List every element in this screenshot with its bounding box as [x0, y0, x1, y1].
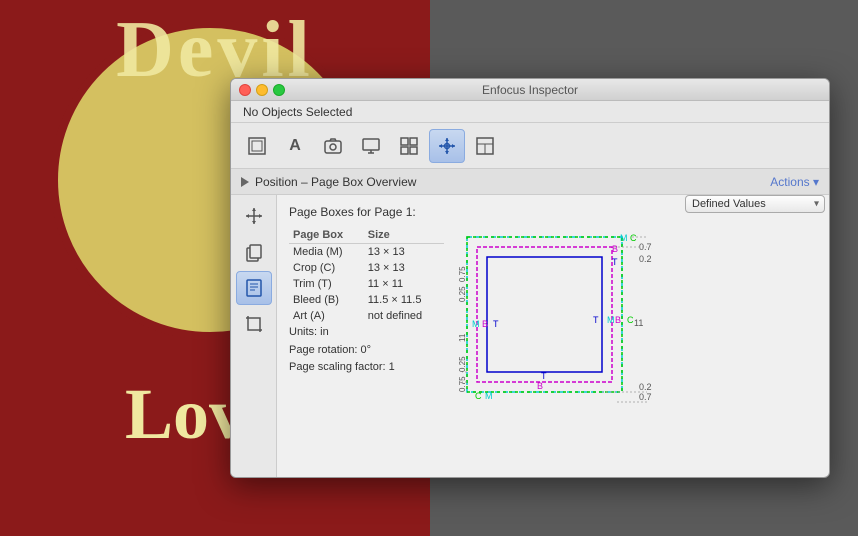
- page-boxes-diagram: M C 0.75 B 0.25 T: [457, 227, 652, 422]
- svg-text:M: M: [472, 319, 480, 329]
- svg-text:B: B: [537, 381, 543, 391]
- svg-text:M: M: [485, 391, 493, 401]
- table-row: Crop (C) 13 × 13: [289, 260, 444, 276]
- toolbar: A: [231, 123, 829, 169]
- svg-text:M: M: [620, 233, 628, 243]
- svg-text:11: 11: [634, 318, 643, 328]
- section-title: Position – Page Box Overview: [255, 175, 770, 189]
- layout-icon: [475, 136, 495, 156]
- svg-text:T: T: [541, 371, 547, 381]
- svg-text:B: B: [482, 319, 488, 329]
- box-name-crop: Crop (C): [289, 260, 364, 276]
- svg-text:C: C: [627, 315, 634, 325]
- svg-text:11: 11: [458, 333, 467, 342]
- window-title: Enfocus Inspector: [482, 83, 578, 97]
- svg-text:0.75: 0.75: [458, 376, 467, 392]
- box-size-art: not defined: [364, 308, 444, 324]
- page-icon: [244, 278, 264, 298]
- layout-tool-button[interactable]: [467, 129, 503, 163]
- grid-icon: [399, 136, 419, 156]
- page-boxes-table-container: Page Box Size Media (M) 13 × 13 Crop (C): [289, 227, 449, 425]
- svg-text:0.75: 0.75: [458, 266, 467, 282]
- svg-text:0.25: 0.25: [639, 254, 652, 264]
- box-name-trim: Trim (T): [289, 276, 364, 292]
- box-name-bleed: Bleed (B): [289, 292, 364, 308]
- crop-icon: [244, 314, 264, 334]
- box-name-art: Art (A): [289, 308, 364, 324]
- units-label: Units: in: [289, 324, 449, 342]
- svg-text:C: C: [630, 233, 637, 243]
- main-content: Page Boxes for Page 1: Defined Values Al…: [231, 195, 829, 477]
- page-panel-button[interactable]: [236, 271, 272, 305]
- text-tool-button[interactable]: A: [277, 129, 313, 163]
- copy-icon: [244, 242, 264, 262]
- svg-text:M: M: [607, 315, 615, 325]
- position-icon: [437, 136, 457, 156]
- svg-text:0.25: 0.25: [458, 286, 467, 302]
- col-header-size: Size: [364, 227, 444, 244]
- box-size-trim: 11 × 11: [364, 276, 444, 292]
- minimize-button[interactable]: [256, 84, 268, 96]
- svg-text:0.75: 0.75: [639, 242, 652, 252]
- zoom-button[interactable]: [273, 84, 285, 96]
- copy-panel-button[interactable]: [236, 235, 272, 269]
- svg-text:0.25: 0.25: [639, 382, 652, 392]
- dropdown-wrapper: Defined Values All Values Custom Values …: [685, 195, 825, 213]
- table-row: Trim (T) 11 × 11: [289, 276, 444, 292]
- inspector-window: Enfocus Inspector No Objects Selected A: [230, 78, 830, 478]
- left-icon-panel: [231, 195, 277, 477]
- text-icon: A: [289, 137, 301, 155]
- transform-icon: [247, 136, 267, 156]
- table-row: Media (M) 13 × 13: [289, 244, 444, 261]
- svg-text:C: C: [475, 391, 482, 401]
- table-row: Art (A) not defined: [289, 308, 444, 324]
- svg-text:T: T: [612, 257, 618, 267]
- svg-text:B: B: [612, 244, 618, 254]
- dropdown-container: Defined Values All Values Custom Values …: [685, 195, 825, 213]
- svg-text:T: T: [493, 319, 499, 329]
- transform-tool-button[interactable]: [239, 129, 275, 163]
- camera-tool-button[interactable]: [315, 129, 351, 163]
- page-boxes-table: Page Box Size Media (M) 13 × 13 Crop (C): [289, 227, 444, 324]
- svg-text:T: T: [593, 315, 599, 325]
- camera-icon: [323, 136, 343, 156]
- content-area: Page Boxes for Page 1: Defined Values Al…: [277, 195, 829, 477]
- box-size-media: 13 × 13: [364, 244, 444, 261]
- svg-text:0.25: 0.25: [458, 356, 467, 372]
- table-diagram-container: Page Box Size Media (M) 13 × 13 Crop (C): [289, 227, 817, 425]
- move-panel-button[interactable]: [236, 199, 272, 233]
- defined-values-dropdown[interactable]: Defined Values All Values Custom Values: [685, 195, 825, 213]
- rotation-label: Page rotation: 0°: [289, 342, 449, 360]
- section-triangle-icon: [241, 177, 249, 187]
- grid-tool-button[interactable]: [391, 129, 427, 163]
- actions-button[interactable]: Actions ▾: [770, 175, 819, 189]
- col-header-page-box: Page Box: [289, 227, 364, 244]
- box-name-media: Media (M): [289, 244, 364, 261]
- crop-panel-button[interactable]: [236, 307, 272, 341]
- box-size-crop: 13 × 13: [364, 260, 444, 276]
- meta-info: Units: in Page rotation: 0° Page scaling…: [289, 324, 449, 377]
- svg-text:B: B: [615, 315, 621, 325]
- close-button[interactable]: [239, 84, 251, 96]
- position-tool-button[interactable]: [429, 129, 465, 163]
- title-bar: Enfocus Inspector: [231, 79, 829, 101]
- traffic-lights: [239, 84, 285, 96]
- monitor-icon: [361, 136, 381, 156]
- monitor-tool-button[interactable]: [353, 129, 389, 163]
- scaling-label: Page scaling factor: 1: [289, 359, 449, 377]
- move-icon: [244, 206, 264, 226]
- no-objects-label: No Objects Selected: [243, 105, 352, 119]
- svg-text:0.75: 0.75: [639, 392, 652, 402]
- diagram-container: M C 0.75 B 0.25 T: [457, 227, 817, 425]
- no-objects-bar: No Objects Selected: [231, 101, 829, 123]
- table-row: Bleed (B) 11.5 × 11.5: [289, 292, 444, 308]
- section-header: Position – Page Box Overview Actions ▾: [231, 169, 829, 195]
- box-size-bleed: 11.5 × 11.5: [364, 292, 444, 308]
